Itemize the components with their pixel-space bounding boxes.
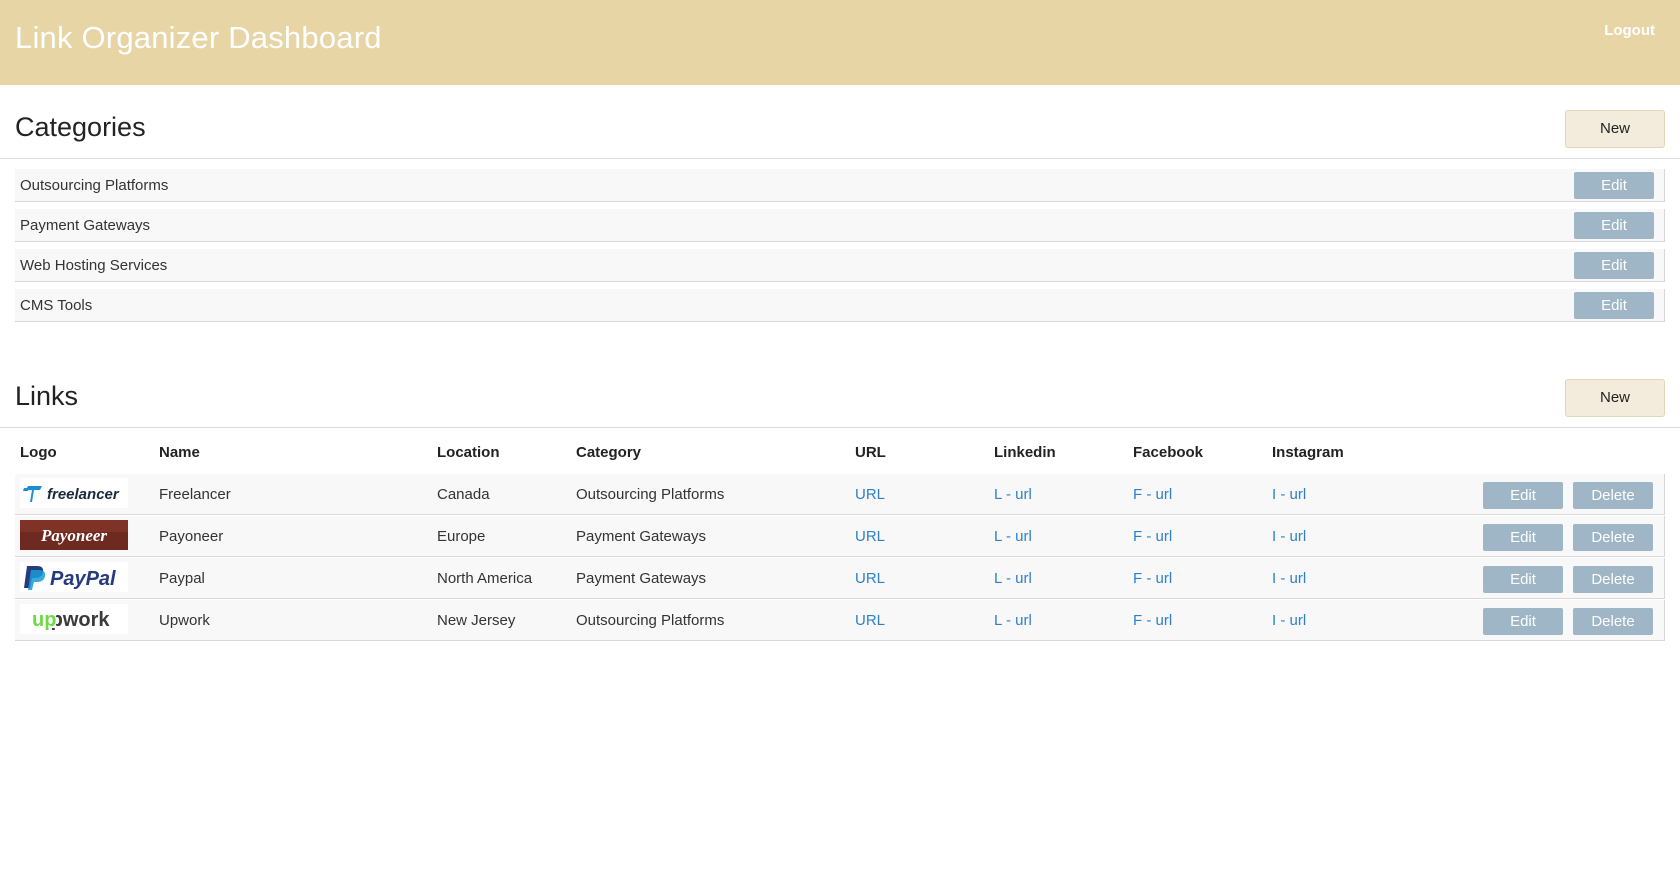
edit-link-button[interactable]: Edit bbox=[1483, 566, 1563, 593]
category-row: Payment Gateways Edit bbox=[15, 209, 1665, 242]
delete-link-button[interactable]: Delete bbox=[1573, 524, 1653, 551]
delete-link-button[interactable]: Delete bbox=[1573, 566, 1653, 593]
linkedin-link[interactable]: L - url bbox=[994, 570, 1032, 587]
upwork-logo: upwork up bbox=[20, 604, 128, 634]
link-location: New Jersey bbox=[437, 612, 516, 629]
categories-heading: Categories bbox=[15, 112, 146, 142]
instagram-link[interactable]: I - url bbox=[1272, 570, 1306, 587]
table-row: upwork up Upwork New Jersey Outsourcing … bbox=[15, 600, 1665, 641]
url-link[interactable]: URL bbox=[855, 486, 885, 503]
delete-link-button[interactable]: Delete bbox=[1573, 482, 1653, 509]
category-row: CMS Tools Edit bbox=[15, 289, 1665, 322]
column-header-name: Name bbox=[159, 444, 200, 461]
table-row: Payoneer Payoneer Europe Payment Gateway… bbox=[15, 516, 1665, 557]
column-header-linkedin: Linkedin bbox=[994, 444, 1056, 461]
logout-link[interactable]: Logout bbox=[1604, 22, 1655, 39]
new-category-button[interactable]: New bbox=[1565, 110, 1665, 148]
linkedin-link[interactable]: L - url bbox=[994, 612, 1032, 629]
freelancer-logo: freelancer bbox=[20, 478, 128, 508]
link-name: Paypal bbox=[159, 570, 205, 587]
link-category: Outsourcing Platforms bbox=[576, 612, 725, 629]
edit-link-button[interactable]: Edit bbox=[1483, 608, 1563, 635]
links-divider bbox=[0, 427, 1680, 428]
app-header: Link Organizer Dashboard Logout bbox=[0, 0, 1680, 85]
table-row: PayPal Paypal North America Payment Gate… bbox=[15, 558, 1665, 599]
column-header-facebook: Facebook bbox=[1133, 444, 1204, 461]
delete-link-button[interactable]: Delete bbox=[1573, 608, 1653, 635]
link-name: Upwork bbox=[159, 612, 210, 629]
linkedin-link[interactable]: L - url bbox=[994, 486, 1032, 503]
column-header-instagram: Instagram bbox=[1272, 444, 1344, 461]
categories-divider bbox=[0, 158, 1680, 159]
facebook-link[interactable]: F - url bbox=[1133, 612, 1172, 629]
link-category: Payment Gateways bbox=[576, 528, 707, 545]
edit-category-button[interactable]: Edit bbox=[1574, 172, 1654, 199]
facebook-link[interactable]: F - url bbox=[1133, 570, 1172, 587]
link-name: Freelancer bbox=[159, 486, 231, 503]
facebook-link[interactable]: F - url bbox=[1133, 486, 1172, 503]
edit-link-button[interactable]: Edit bbox=[1483, 524, 1563, 551]
links-heading: Links bbox=[15, 381, 79, 411]
paypal-logo: PayPal bbox=[20, 562, 128, 592]
url-link[interactable]: URL bbox=[855, 570, 885, 587]
edit-category-button[interactable]: Edit bbox=[1574, 252, 1654, 279]
edit-category-button[interactable]: Edit bbox=[1574, 292, 1654, 319]
svg-text:PayPal: PayPal bbox=[50, 568, 116, 590]
column-header-location: Location bbox=[437, 444, 500, 461]
link-category: Outsourcing Platforms bbox=[576, 486, 725, 503]
page-title: Link Organizer Dashboard bbox=[15, 20, 382, 55]
svg-text:freelancer: freelancer bbox=[47, 486, 120, 503]
edit-category-button[interactable]: Edit bbox=[1574, 212, 1654, 239]
column-header-category: Category bbox=[576, 444, 642, 461]
edit-link-button[interactable]: Edit bbox=[1483, 482, 1563, 509]
category-label: Outsourcing Platforms bbox=[20, 177, 169, 194]
instagram-link[interactable]: I - url bbox=[1272, 612, 1306, 629]
category-label: Payment Gateways bbox=[20, 217, 151, 234]
facebook-link[interactable]: F - url bbox=[1133, 528, 1172, 545]
instagram-link[interactable]: I - url bbox=[1272, 528, 1306, 545]
category-label: Web Hosting Services bbox=[20, 257, 168, 274]
table-row: freelancer Freelancer Canada Outsourcing… bbox=[15, 474, 1665, 515]
link-location: North America bbox=[437, 570, 533, 587]
payoneer-logo: Payoneer bbox=[20, 520, 128, 550]
svg-text:Payoneer: Payoneer bbox=[40, 526, 107, 545]
category-row: Web Hosting Services Edit bbox=[15, 249, 1665, 282]
new-link-button[interactable]: New bbox=[1565, 379, 1665, 417]
url-link[interactable]: URL bbox=[855, 612, 885, 629]
instagram-link[interactable]: I - url bbox=[1272, 486, 1306, 503]
link-category: Payment Gateways bbox=[576, 570, 707, 587]
category-row: Outsourcing Platforms Edit bbox=[15, 169, 1665, 202]
linkedin-link[interactable]: L - url bbox=[994, 528, 1032, 545]
link-location: Europe bbox=[437, 528, 486, 545]
url-link[interactable]: URL bbox=[855, 528, 885, 545]
column-header-logo: Logo bbox=[20, 444, 57, 461]
link-location: Canada bbox=[437, 486, 490, 503]
column-header-url: URL bbox=[855, 444, 886, 461]
category-label: CMS Tools bbox=[20, 297, 93, 314]
link-name: Payoneer bbox=[159, 528, 224, 545]
svg-text:up: up bbox=[32, 609, 56, 631]
